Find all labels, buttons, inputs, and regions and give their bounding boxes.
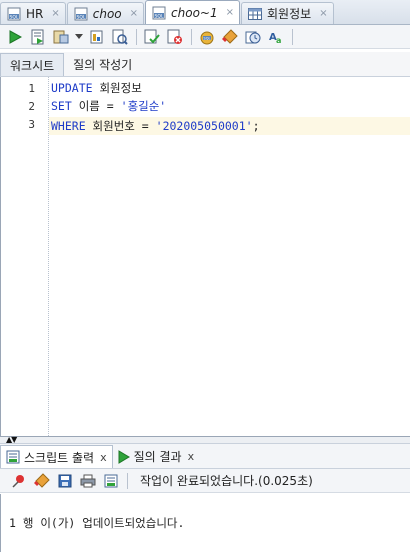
close-icon[interactable]: ×	[226, 7, 234, 18]
line-number: 1	[28, 82, 35, 95]
worksheet-toolbar: SQL Aa	[0, 25, 410, 49]
sql-text: 회원정보	[92, 81, 142, 95]
close-icon[interactable]: ×	[319, 8, 327, 19]
tab-label: choo~1	[171, 5, 218, 20]
code-line[interactable]: UPDATE 회원정보	[51, 79, 142, 97]
chevron-down-icon[interactable]	[75, 28, 83, 46]
tab-label: choo	[92, 6, 122, 21]
pin-icon[interactable]	[10, 472, 28, 490]
tab-script-output[interactable]: 스크립트 출력 x	[0, 445, 113, 468]
sql-text: ;	[252, 119, 260, 133]
sql-text: 이름 =	[71, 99, 121, 113]
close-icon[interactable]: x	[100, 451, 107, 464]
tab-worksheet[interactable]: 워크시트	[0, 53, 65, 76]
script-output-area[interactable]: 1 행 이(가) 업데이트되었습니다.	[0, 494, 410, 552]
tab-member-table[interactable]: 회원정보 ×	[241, 2, 334, 24]
sql-tuning-icon[interactable]	[111, 28, 129, 46]
toolbar-divider	[191, 28, 192, 45]
autotrace-icon[interactable]	[88, 28, 106, 46]
editor-tab-bar: SQL HR × SQL choo × SQL choo~1 × 회원정보 ×	[0, 0, 410, 25]
gutter-divider	[48, 77, 50, 436]
sql-keyword: UPDATE	[51, 81, 93, 95]
task-status-text: 작업이 완료되었습니다.(0.025초)	[140, 474, 313, 488]
tab-label: 질의 결과	[133, 450, 182, 464]
tab-label: HR	[26, 6, 44, 21]
tab-label: 스크립트 출력	[24, 450, 95, 465]
output-tab-bar: 스크립트 출력 x 질의 결과 x	[0, 444, 410, 469]
svg-text:SQL: SQL	[10, 14, 19, 20]
svg-text:SQL: SQL	[204, 36, 211, 40]
close-icon[interactable]: ×	[51, 8, 59, 19]
explain-plan-icon[interactable]	[52, 28, 70, 46]
tab-label: 회원정보	[267, 7, 312, 21]
sql-string: '202005050001'	[155, 119, 253, 133]
svg-text:SQL: SQL	[155, 13, 164, 19]
code-line[interactable]: WHERE 회원번호 = '202005050001';	[51, 117, 260, 135]
sql-text: 회원번호 =	[85, 119, 156, 133]
svg-text:a: a	[276, 36, 281, 45]
run-script-icon[interactable]	[29, 28, 47, 46]
run-statement-icon[interactable]	[6, 28, 24, 46]
save-icon[interactable]	[56, 472, 74, 490]
toolbar-divider	[127, 472, 128, 489]
script-output-icon	[6, 450, 20, 464]
close-icon[interactable]: x	[188, 450, 195, 463]
collapse-arrows-icon[interactable]: ▲▼	[6, 435, 17, 444]
line-number: 3	[28, 118, 35, 131]
unshared-sql-icon[interactable]: SQL	[198, 28, 216, 46]
code-line[interactable]: SET 이름 = '홍길순'	[51, 97, 166, 115]
format-icon[interactable]: Aa	[267, 28, 285, 46]
sql-editor[interactable]: 1 2 3 UPDATE 회원정보 SET 이름 = '홍길순' WHERE 회…	[0, 77, 410, 436]
sql-string: '홍길순'	[120, 99, 167, 113]
history-icon[interactable]	[244, 28, 262, 46]
clear-eraser-icon[interactable]	[221, 28, 239, 46]
panel-splitter[interactable]: ▲▼	[0, 435, 410, 444]
sql-file-icon: SQL	[151, 6, 167, 20]
close-icon[interactable]: ×	[130, 8, 138, 19]
worksheet-subtabs: 워크시트 질의 작성기	[0, 52, 410, 77]
tab-query-result[interactable]: 질의 결과 x	[113, 445, 200, 468]
toolbar-divider	[292, 28, 293, 45]
print-icon[interactable]	[79, 472, 97, 490]
line-number: 2	[28, 100, 35, 113]
toolbar-divider	[136, 28, 137, 45]
output-message: 1 행 이(가) 업데이트되었습니다.	[9, 516, 185, 530]
clear-eraser-icon[interactable]	[33, 472, 51, 490]
output-toolbar: 작업이 완료되었습니다.(0.025초)	[0, 469, 410, 493]
tab-choo-1[interactable]: SQL choo~1 ×	[145, 0, 241, 24]
commit-icon[interactable]	[143, 28, 161, 46]
tab-query-builder[interactable]: 질의 작성기	[64, 53, 141, 76]
tab-hr[interactable]: SQL HR ×	[0, 2, 66, 24]
sql-file-icon: SQL	[73, 7, 89, 21]
svg-text:SQL: SQL	[76, 14, 85, 20]
sql-keyword: SET	[51, 99, 72, 113]
table-icon	[247, 7, 263, 21]
tab-choo[interactable]: SQL choo ×	[66, 2, 145, 24]
rollback-icon[interactable]	[166, 28, 184, 46]
line-number-gutter: 1 2 3	[1, 77, 39, 436]
run-triangle-icon	[118, 449, 130, 464]
script-output-icon[interactable]	[102, 472, 120, 490]
sql-file-icon: SQL	[6, 7, 22, 21]
sql-keyword: WHERE	[51, 119, 86, 133]
